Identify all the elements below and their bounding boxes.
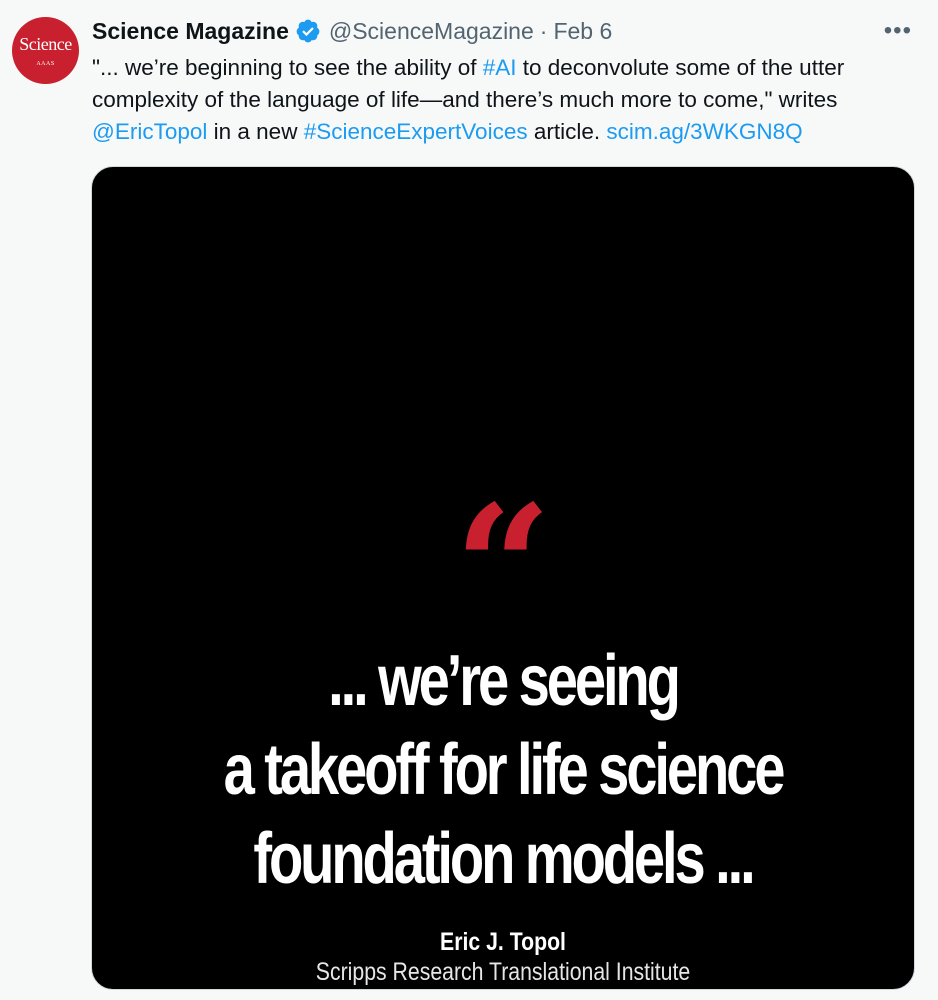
quote-affiliation: Scripps Research Translational Institute xyxy=(315,958,691,986)
quote-mark-icon: “ xyxy=(454,468,552,668)
header-separator: · xyxy=(539,17,548,44)
tweet-text-segment: "... we’re beginning to see the ability … xyxy=(92,55,483,80)
quote-line: ... we’re seeing xyxy=(328,641,681,721)
article-link[interactable]: scim.ag/3WKGN8Q xyxy=(606,119,802,144)
account-name[interactable]: Science Magazine xyxy=(92,18,289,45)
quote-line: a takeoff for life science xyxy=(223,730,786,810)
tweet-header: Science Magazine @ScienceMagazine · Feb … xyxy=(92,16,612,46)
tweet-text: "... we’re beginning to see the ability … xyxy=(92,52,922,148)
tweet-date[interactable]: Feb 6 xyxy=(553,18,612,45)
hashtag-link[interactable]: #AI xyxy=(483,55,517,80)
tweet-media-image[interactable]: “ ... we’re seeing a takeoff for life sc… xyxy=(91,166,915,990)
quote-author: Eric J. Topol xyxy=(440,928,566,956)
hashtag-link[interactable]: #ScienceExpertVoices xyxy=(304,119,528,144)
tweet-text-segment: in a new xyxy=(207,119,304,144)
avatar-logo-text: Science xyxy=(19,34,72,54)
avatar[interactable]: Science AAAS xyxy=(12,17,79,84)
quote-line: foundation models ... xyxy=(253,819,755,899)
mention-link[interactable]: @EricTopol xyxy=(92,119,207,144)
more-options-icon[interactable]: ••• xyxy=(884,16,912,46)
tweet[interactable]: Science AAAS Science Magazine @ScienceMa… xyxy=(0,0,938,1000)
avatar-logo-subtext: AAAS xyxy=(36,61,55,67)
tweet-text-segment: article. xyxy=(527,119,607,144)
quote-text: ... we’re seeing a takeoff for life scie… xyxy=(182,637,823,904)
verified-badge-icon xyxy=(295,18,321,44)
account-handle[interactable]: @ScienceMagazine xyxy=(329,18,534,45)
